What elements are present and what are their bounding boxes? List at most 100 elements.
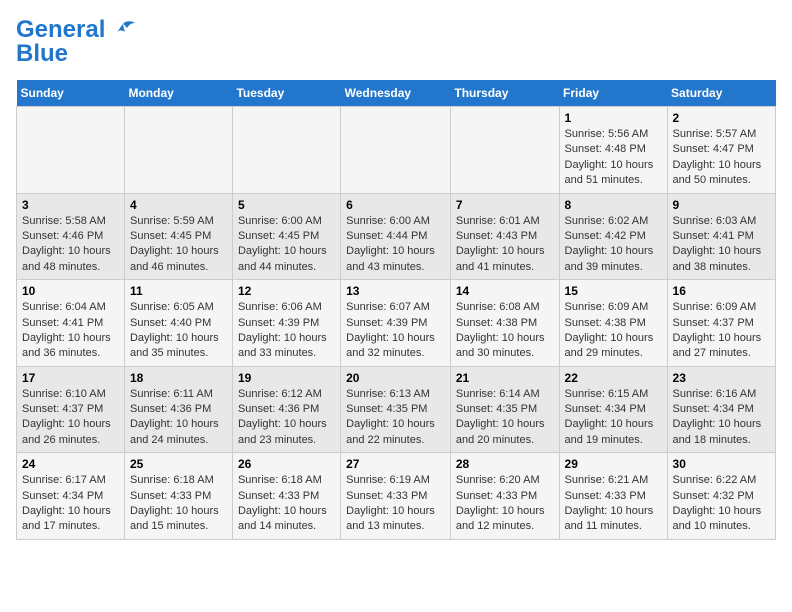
calendar-cell: 23Sunrise: 6:16 AM Sunset: 4:34 PM Dayli… xyxy=(667,366,775,453)
weekday-header-tuesday: Tuesday xyxy=(232,80,340,107)
weekday-header-wednesday: Wednesday xyxy=(341,80,451,107)
calendar-cell xyxy=(341,107,451,194)
day-info: Sunrise: 5:58 AM Sunset: 4:46 PM Dayligh… xyxy=(22,214,119,276)
calendar-cell: 7 Sunrise: 6:01 AM Sunset: 4:43 PM Daylig… xyxy=(450,193,559,280)
day-info: Sunrise: 6:21 AM Sunset: 4:33 PM Dayligh… xyxy=(565,473,662,535)
calendar-cell xyxy=(124,107,232,194)
day-number: 23 xyxy=(673,371,770,385)
day-number: 13 xyxy=(346,284,445,298)
weekday-header-saturday: Saturday xyxy=(667,80,775,107)
day-info: Sunrise: 6:08 AM Sunset: 4:38 PM Dayligh… xyxy=(456,300,554,362)
day-info: Sunrise: 6:04 AM Sunset: 4:41 PM Dayligh… xyxy=(22,300,119,362)
calendar-cell: 25 Sunrise: 6:18 AM Sunset: 4:33 PM Dayli… xyxy=(124,453,232,540)
calendar-cell: 5 Sunrise: 6:00 AM Sunset: 4:45 PM Daylig… xyxy=(232,193,340,280)
calendar-cell: 3Sunrise: 5:58 AM Sunset: 4:46 PM Daylig… xyxy=(17,193,125,280)
calendar-cell: 16 Sunrise: 6:09 AM Sunset: 4:37 PM Dayli… xyxy=(667,280,775,367)
day-info: Sunrise: 5:56 AM Sunset: 4:48 PM Dayligh… xyxy=(565,127,662,189)
day-info: Sunrise: 6:05 AM Sunset: 4:40 PM Dayligh… xyxy=(130,300,227,362)
weekday-header-friday: Friday xyxy=(559,80,667,107)
day-number: 16 xyxy=(673,284,770,298)
day-info: Sunrise: 6:18 AM Sunset: 4:33 PM Dayligh… xyxy=(238,473,335,535)
calendar-week-row: 10 Sunrise: 6:04 AM Sunset: 4:41 PM Dayli… xyxy=(17,280,776,367)
calendar-cell: 13 Sunrise: 6:07 AM Sunset: 4:39 PM Dayli… xyxy=(341,280,451,367)
calendar-cell: 8 Sunrise: 6:02 AM Sunset: 4:42 PM Daylig… xyxy=(559,193,667,280)
day-info: Sunrise: 6:20 AM Sunset: 4:33 PM Dayligh… xyxy=(456,473,554,535)
weekday-header-sunday: Sunday xyxy=(17,80,125,107)
calendar-cell: 24 Sunrise: 6:17 AM Sunset: 4:34 PM Dayli… xyxy=(17,453,125,540)
logo-bird-icon xyxy=(109,20,137,40)
calendar-cell: 27 Sunrise: 6:19 AM Sunset: 4:33 PM Dayli… xyxy=(341,453,451,540)
day-number: 25 xyxy=(130,457,227,471)
day-info: Sunrise: 6:12 AM Sunset: 4:36 PM Dayligh… xyxy=(238,387,335,449)
day-number: 7 xyxy=(456,198,554,212)
day-number: 24 xyxy=(22,457,119,471)
day-info: Sunrise: 6:19 AM Sunset: 4:33 PM Dayligh… xyxy=(346,473,445,535)
day-info: Sunrise: 5:57 AM Sunset: 4:47 PM Dayligh… xyxy=(673,127,770,189)
day-number: 29 xyxy=(565,457,662,471)
calendar-week-row: 24 Sunrise: 6:17 AM Sunset: 4:34 PM Dayli… xyxy=(17,453,776,540)
day-number: 1 xyxy=(565,111,662,125)
day-info: Sunrise: 6:11 AM Sunset: 4:36 PM Dayligh… xyxy=(130,387,227,449)
day-number: 9 xyxy=(673,198,770,212)
day-number: 15 xyxy=(565,284,662,298)
weekday-header-thursday: Thursday xyxy=(450,80,559,107)
day-number: 2 xyxy=(673,111,770,125)
day-info: Sunrise: 6:15 AM Sunset: 4:34 PM Dayligh… xyxy=(565,387,662,449)
calendar-cell: 18Sunrise: 6:11 AM Sunset: 4:36 PM Dayli… xyxy=(124,366,232,453)
day-number: 6 xyxy=(346,198,445,212)
day-info: Sunrise: 5:59 AM Sunset: 4:45 PM Dayligh… xyxy=(130,214,227,276)
weekday-header-monday: Monday xyxy=(124,80,232,107)
day-number: 14 xyxy=(456,284,554,298)
calendar-cell: 15Sunrise: 6:09 AM Sunset: 4:38 PM Dayli… xyxy=(559,280,667,367)
calendar-cell: 20 Sunrise: 6:13 AM Sunset: 4:35 PM Dayli… xyxy=(341,366,451,453)
day-info: Sunrise: 6:00 AM Sunset: 4:45 PM Dayligh… xyxy=(238,214,335,276)
calendar-cell: 6 Sunrise: 6:00 AM Sunset: 4:44 PM Daylig… xyxy=(341,193,451,280)
day-info: Sunrise: 6:06 AM Sunset: 4:39 PM Dayligh… xyxy=(238,300,335,362)
day-number: 26 xyxy=(238,457,335,471)
day-number: 5 xyxy=(238,198,335,212)
calendar-week-row: 3Sunrise: 5:58 AM Sunset: 4:46 PM Daylig… xyxy=(17,193,776,280)
calendar-cell: 22 Sunrise: 6:15 AM Sunset: 4:34 PM Dayli… xyxy=(559,366,667,453)
day-info: Sunrise: 6:18 AM Sunset: 4:33 PM Dayligh… xyxy=(130,473,227,535)
day-info: Sunrise: 6:22 AM Sunset: 4:32 PM Dayligh… xyxy=(673,473,770,535)
calendar-cell xyxy=(232,107,340,194)
calendar-week-row: 17 Sunrise: 6:10 AM Sunset: 4:37 PM Dayli… xyxy=(17,366,776,453)
calendar-cell: 14 Sunrise: 6:08 AM Sunset: 4:38 PM Dayli… xyxy=(450,280,559,367)
calendar-cell: 19 Sunrise: 6:12 AM Sunset: 4:36 PM Dayli… xyxy=(232,366,340,453)
day-info: Sunrise: 6:00 AM Sunset: 4:44 PM Dayligh… xyxy=(346,214,445,276)
calendar-cell: 29 Sunrise: 6:21 AM Sunset: 4:33 PM Dayli… xyxy=(559,453,667,540)
day-number: 28 xyxy=(456,457,554,471)
day-number: 22 xyxy=(565,371,662,385)
day-number: 10 xyxy=(22,284,119,298)
calendar-table: SundayMondayTuesdayWednesdayThursdayFrid… xyxy=(16,80,776,540)
calendar-cell: 30Sunrise: 6:22 AM Sunset: 4:32 PM Dayli… xyxy=(667,453,775,540)
day-info: Sunrise: 6:13 AM Sunset: 4:35 PM Dayligh… xyxy=(346,387,445,449)
day-info: Sunrise: 6:17 AM Sunset: 4:34 PM Dayligh… xyxy=(22,473,119,535)
day-info: Sunrise: 6:10 AM Sunset: 4:37 PM Dayligh… xyxy=(22,387,119,449)
day-info: Sunrise: 6:14 AM Sunset: 4:35 PM Dayligh… xyxy=(456,387,554,449)
calendar-week-row: 1 Sunrise: 5:56 AM Sunset: 4:48 PM Daylig… xyxy=(17,107,776,194)
day-number: 19 xyxy=(238,371,335,385)
calendar-cell: 9Sunrise: 6:03 AM Sunset: 4:41 PM Daylig… xyxy=(667,193,775,280)
day-info: Sunrise: 6:09 AM Sunset: 4:37 PM Dayligh… xyxy=(673,300,770,362)
day-number: 27 xyxy=(346,457,445,471)
day-number: 12 xyxy=(238,284,335,298)
logo-subtext: Blue xyxy=(16,40,68,68)
day-number: 11 xyxy=(130,284,227,298)
calendar-header-row: SundayMondayTuesdayWednesdayThursdayFrid… xyxy=(17,80,776,107)
calendar-cell: 12 Sunrise: 6:06 AM Sunset: 4:39 PM Dayli… xyxy=(232,280,340,367)
day-info: Sunrise: 6:01 AM Sunset: 4:43 PM Dayligh… xyxy=(456,214,554,276)
calendar-cell: 2 Sunrise: 5:57 AM Sunset: 4:47 PM Daylig… xyxy=(667,107,775,194)
calendar-cell: 26 Sunrise: 6:18 AM Sunset: 4:33 PM Dayli… xyxy=(232,453,340,540)
calendar-cell: 4 Sunrise: 5:59 AM Sunset: 4:45 PM Daylig… xyxy=(124,193,232,280)
day-number: 20 xyxy=(346,371,445,385)
day-info: Sunrise: 6:07 AM Sunset: 4:39 PM Dayligh… xyxy=(346,300,445,362)
logo: General Blue xyxy=(16,16,137,68)
day-number: 17 xyxy=(22,371,119,385)
day-info: Sunrise: 6:02 AM Sunset: 4:42 PM Dayligh… xyxy=(565,214,662,276)
page-header: General Blue xyxy=(16,16,776,68)
day-number: 4 xyxy=(130,198,227,212)
calendar-cell: 11 Sunrise: 6:05 AM Sunset: 4:40 PM Dayli… xyxy=(124,280,232,367)
calendar-cell: 17 Sunrise: 6:10 AM Sunset: 4:37 PM Dayli… xyxy=(17,366,125,453)
day-number: 8 xyxy=(565,198,662,212)
